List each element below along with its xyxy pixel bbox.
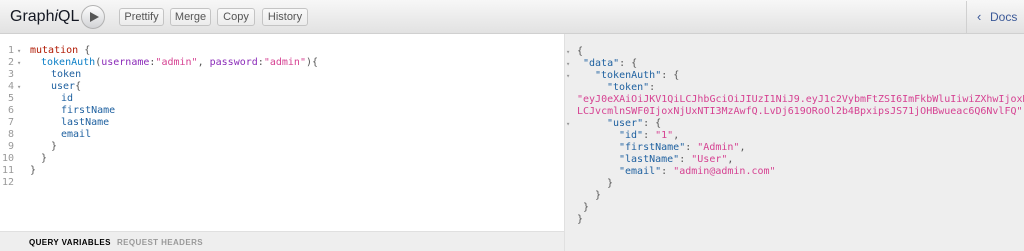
code-line: user{ — [51, 81, 82, 92]
result-line: "lastName": "User", — [619, 154, 734, 165]
line-number: 9 — [7, 141, 14, 152]
code-line: firstName — [61, 105, 116, 116]
fold-icon[interactable]: ▾ — [566, 72, 570, 80]
code-line: id — [61, 93, 74, 104]
fold-icon[interactable]: ▾ — [17, 47, 21, 55]
code-line: } — [51, 141, 58, 152]
line-number: 8 — [7, 129, 14, 140]
result-token-value: "eyJ0eXAiOiJKV1QiLCJhbGciOiJIUzI1NiJ9.ey… — [577, 94, 1024, 105]
code-line: mutation { — [30, 45, 91, 56]
prettify-button[interactable]: Prettify — [119, 8, 164, 26]
tab-request-headers[interactable]: REQUEST HEADERS — [117, 238, 203, 247]
line-number: 4 — [7, 81, 14, 92]
code-line: email — [61, 129, 92, 140]
result-line: "token": — [607, 82, 656, 93]
line-number: 5 — [7, 93, 14, 104]
line-number-gutter: 1 2 3 4 5 6 7 8 9 10 11 12 ▾ ▾ ▾ — [0, 34, 26, 231]
variables-bar: QUERY VARIABLES REQUEST HEADERS — [0, 231, 564, 251]
result-line: "tokenAuth": { — [595, 70, 680, 81]
line-number: 7 — [7, 117, 14, 128]
result-line: } — [595, 190, 602, 201]
docs-label: Docs — [990, 10, 1018, 24]
result-line: } — [607, 178, 614, 189]
code-line: tokenAuth(username:"admin", password:"ad… — [41, 57, 319, 68]
result-line: "email": "admin@admin.com" — [619, 166, 776, 177]
code-line: token — [51, 69, 82, 80]
code-line: } — [30, 165, 37, 176]
result-line: LCJvcmlnSWF0IjoxNjUxNTI3MzAwfQ.LvDj619OR… — [577, 106, 1024, 117]
fold-icon[interactable]: ▾ — [566, 120, 570, 128]
result-line: { — [577, 46, 584, 57]
line-number: 1 — [7, 45, 14, 56]
line-number: 6 — [7, 105, 14, 116]
history-button[interactable]: History — [262, 8, 308, 26]
fold-icon[interactable]: ▾ — [566, 60, 570, 68]
copy-button[interactable]: Copy — [217, 8, 255, 26]
merge-button[interactable]: Merge — [170, 8, 211, 26]
tab-query-variables[interactable]: QUERY VARIABLES — [29, 238, 111, 247]
result-pane: ▾ ▾ ▾ ▾ { "data": { "tokenAuth": { "toke… — [565, 34, 1024, 251]
chevron-left-icon: ‹ — [977, 9, 982, 24]
toolbar: GraphiQL Prettify Merge Copy History ‹ D… — [0, 0, 1024, 34]
line-number: 3 — [7, 69, 14, 80]
docs-button[interactable]: ‹ Docs — [966, 1, 1024, 33]
result-line: } — [577, 214, 584, 225]
result-line: "id": "1", — [619, 130, 680, 141]
app-title: GraphiQL — [10, 8, 80, 25]
fold-icon[interactable]: ▾ — [17, 83, 21, 91]
execute-query-button[interactable] — [81, 5, 105, 29]
result-line: "firstName": "Admin", — [619, 142, 746, 153]
line-number: 11 — [1, 165, 14, 176]
fold-icon[interactable]: ▾ — [566, 48, 570, 56]
line-number: 10 — [1, 153, 14, 164]
result-line: "data": { — [583, 58, 638, 69]
line-number: 12 — [1, 177, 14, 188]
code-line: lastName — [61, 117, 110, 128]
result-line: "user": { — [607, 118, 662, 129]
code-line: } — [41, 153, 48, 164]
result-line: } — [583, 202, 590, 213]
query-editor[interactable]: 1 2 3 4 5 6 7 8 9 10 11 12 ▾ ▾ ▾ mutatio… — [0, 34, 564, 231]
line-number: 2 — [7, 57, 14, 68]
fold-icon[interactable]: ▾ — [17, 59, 21, 67]
